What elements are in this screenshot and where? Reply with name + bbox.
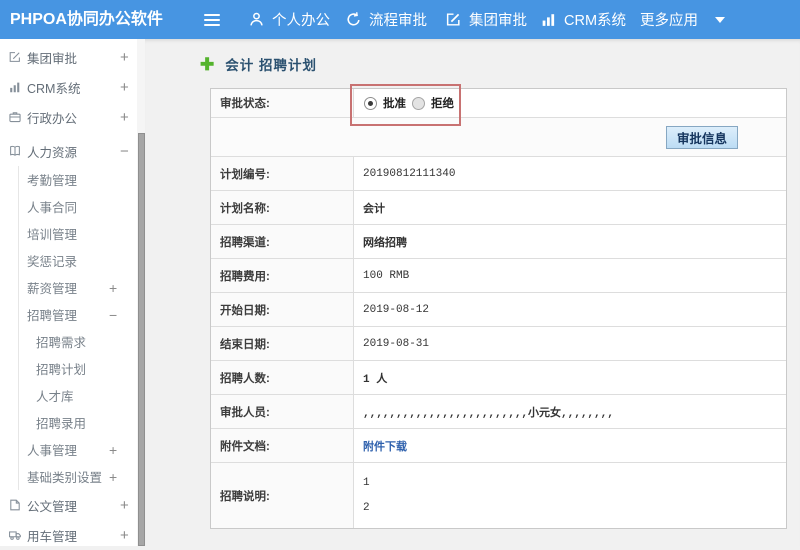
document-icon	[10, 499, 20, 511]
truck-icon	[9, 531, 21, 540]
expand-icon[interactable]: +	[120, 497, 129, 514]
sidebar-item-talent-pool[interactable]: 人才库	[19, 382, 145, 409]
sidebar-item-recruit-demand[interactable]: 招聘需求	[19, 328, 145, 355]
recruit-plan-form: 审批状态: 批准 拒绝 审批信息 计划编号: 20190812111340 计划…	[210, 84, 787, 529]
row-attachment: 附件文档: 附件下载	[211, 429, 786, 463]
row-start-date: 开始日期: 2019-08-12	[211, 293, 786, 327]
topbar: PHPOA协同办公软件 个人办公 流程审批 集团审批 CRM系统 更多应用	[0, 0, 800, 39]
sidebar-item-rewards[interactable]: 奖惩记录	[19, 247, 145, 274]
sidebar-item-recruit-plan[interactable]: 招聘计划	[19, 355, 145, 382]
approval-info-button[interactable]: 审批信息	[665, 126, 738, 149]
radio-approve[interactable]	[364, 96, 377, 110]
book-icon	[10, 145, 20, 156]
sidebar-item-hr[interactable]: 人力资源 −	[0, 136, 145, 166]
expand-icon[interactable]: +	[120, 109, 129, 126]
row-recruit-count: 招聘人数: 1 人	[211, 361, 786, 395]
sidebar-item-salary[interactable]: 薪资管理 +	[19, 274, 145, 301]
sidebar-item-attendance[interactable]: 考勤管理	[19, 166, 145, 193]
main-content: ✚ 会计 招聘计划 审批状态: 批准 拒绝 审批信息 计划编号: 2019081…	[145, 39, 800, 546]
bar-chart-icon	[542, 14, 555, 26]
sidebar-item-crm[interactable]: CRM系统 +	[0, 72, 145, 102]
nav-more-apps[interactable]: 更多应用	[640, 0, 725, 39]
briefcase-icon	[9, 112, 21, 123]
sidebar-scrollbar-thumb[interactable]	[138, 133, 145, 546]
nav-process-approval[interactable]: 流程审批	[345, 0, 427, 39]
sidebar-item-recruit-hire[interactable]: 招聘录用	[19, 409, 145, 436]
sidebar: 集团审批 + CRM系统 + 行政办公 + 人力资源 − 考勤管理 人事合同 培…	[0, 39, 145, 546]
edit-square-icon	[446, 13, 460, 26]
sidebar-item-hr-contract[interactable]: 人事合同	[19, 193, 145, 220]
sidebar-item-recruit-mgmt[interactable]: 招聘管理 −	[19, 301, 145, 328]
sidebar-scrollbar-track[interactable]	[137, 39, 145, 546]
user-icon	[250, 12, 263, 26]
nav-personal-office[interactable]: 个人办公	[248, 0, 330, 39]
collapse-icon[interactable]: −	[109, 307, 117, 323]
row-approval-info: 审批信息	[211, 118, 786, 157]
sidebar-item-admin-office[interactable]: 行政办公 +	[0, 102, 145, 132]
row-plan-name: 计划名称: 会计	[211, 191, 786, 225]
collapse-icon[interactable]: −	[120, 143, 129, 160]
expand-icon[interactable]: +	[120, 79, 129, 96]
expand-icon[interactable]: +	[120, 527, 129, 544]
row-approvers: 审批人员: ,,,,,,,,,,,,,,,,,,,,,,,,,小元女,,,,,,…	[211, 395, 786, 429]
sidebar-item-document-mgmt[interactable]: 公文管理 +	[0, 490, 145, 520]
row-approval-status: 审批状态: 批准 拒绝	[211, 84, 786, 126]
bar-chart-icon	[10, 82, 20, 93]
sidebar-item-base-category[interactable]: 基础类别设置 +	[19, 463, 145, 490]
expand-icon[interactable]: +	[109, 442, 117, 458]
sidebar-item-personnel-mgmt[interactable]: 人事管理 +	[19, 436, 145, 463]
row-plan-number: 计划编号: 20190812111340	[211, 157, 786, 191]
sidebar-item-group-approval[interactable]: 集团审批 +	[0, 42, 145, 72]
attachment-download-link[interactable]: 附件下载	[363, 438, 407, 454]
expand-icon[interactable]: +	[109, 469, 117, 485]
caret-down-icon	[715, 16, 725, 23]
expand-icon[interactable]: +	[109, 280, 117, 296]
process-approval-icon	[347, 12, 360, 26]
app-title: PHPOA协同办公软件	[10, 11, 163, 28]
expand-icon[interactable]: +	[120, 49, 129, 66]
row-recruit-description: 招聘说明: 1 2	[211, 463, 786, 528]
row-recruit-cost: 招聘费用: 100 RMB	[211, 259, 786, 293]
nav-group-approval[interactable]: 集团审批	[445, 0, 527, 39]
radio-reject[interactable]	[412, 96, 425, 110]
menu-toggle-icon[interactable]	[204, 14, 220, 26]
row-end-date: 结束日期: 2019-08-31	[211, 327, 786, 361]
row-recruit-channel: 招聘渠道: 网络招聘	[211, 225, 786, 259]
nav-crm-system[interactable]: CRM系统	[540, 0, 626, 39]
edit-square-icon	[9, 52, 20, 62]
sidebar-item-training[interactable]: 培训管理	[19, 220, 145, 247]
page-title: ✚ 会计 招聘计划	[200, 54, 318, 74]
plus-icon: ✚	[200, 54, 215, 74]
